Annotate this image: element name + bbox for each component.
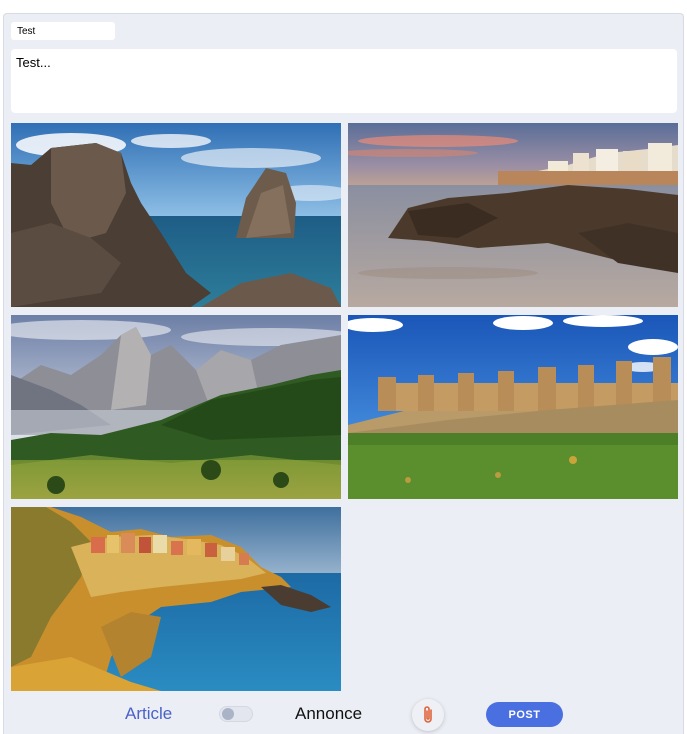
paperclip-icon xyxy=(424,706,432,723)
photo-mountain-peaks[interactable] xyxy=(11,315,341,499)
annonce-label[interactable]: Annonce xyxy=(295,704,362,724)
mountain-peaks-image xyxy=(11,315,341,499)
rocky-coast-image xyxy=(11,123,341,307)
article-annonce-toggle[interactable] xyxy=(219,706,253,722)
castle-field-image xyxy=(348,315,678,499)
photo-cliff-village[interactable] xyxy=(11,507,341,691)
coastal-town-image xyxy=(348,123,678,307)
toggle-knob xyxy=(222,708,234,720)
cliff-village-image xyxy=(11,507,341,691)
attach-button[interactable] xyxy=(412,699,444,731)
title-input[interactable] xyxy=(11,22,115,40)
post-button[interactable]: POST xyxy=(486,702,563,727)
post-body-textarea[interactable]: Test... xyxy=(11,49,677,113)
photo-castle-field[interactable] xyxy=(348,315,678,499)
article-label[interactable]: Article xyxy=(125,704,172,724)
photo-coastal-town[interactable] xyxy=(348,123,678,307)
photo-rocky-coast[interactable] xyxy=(11,123,341,307)
